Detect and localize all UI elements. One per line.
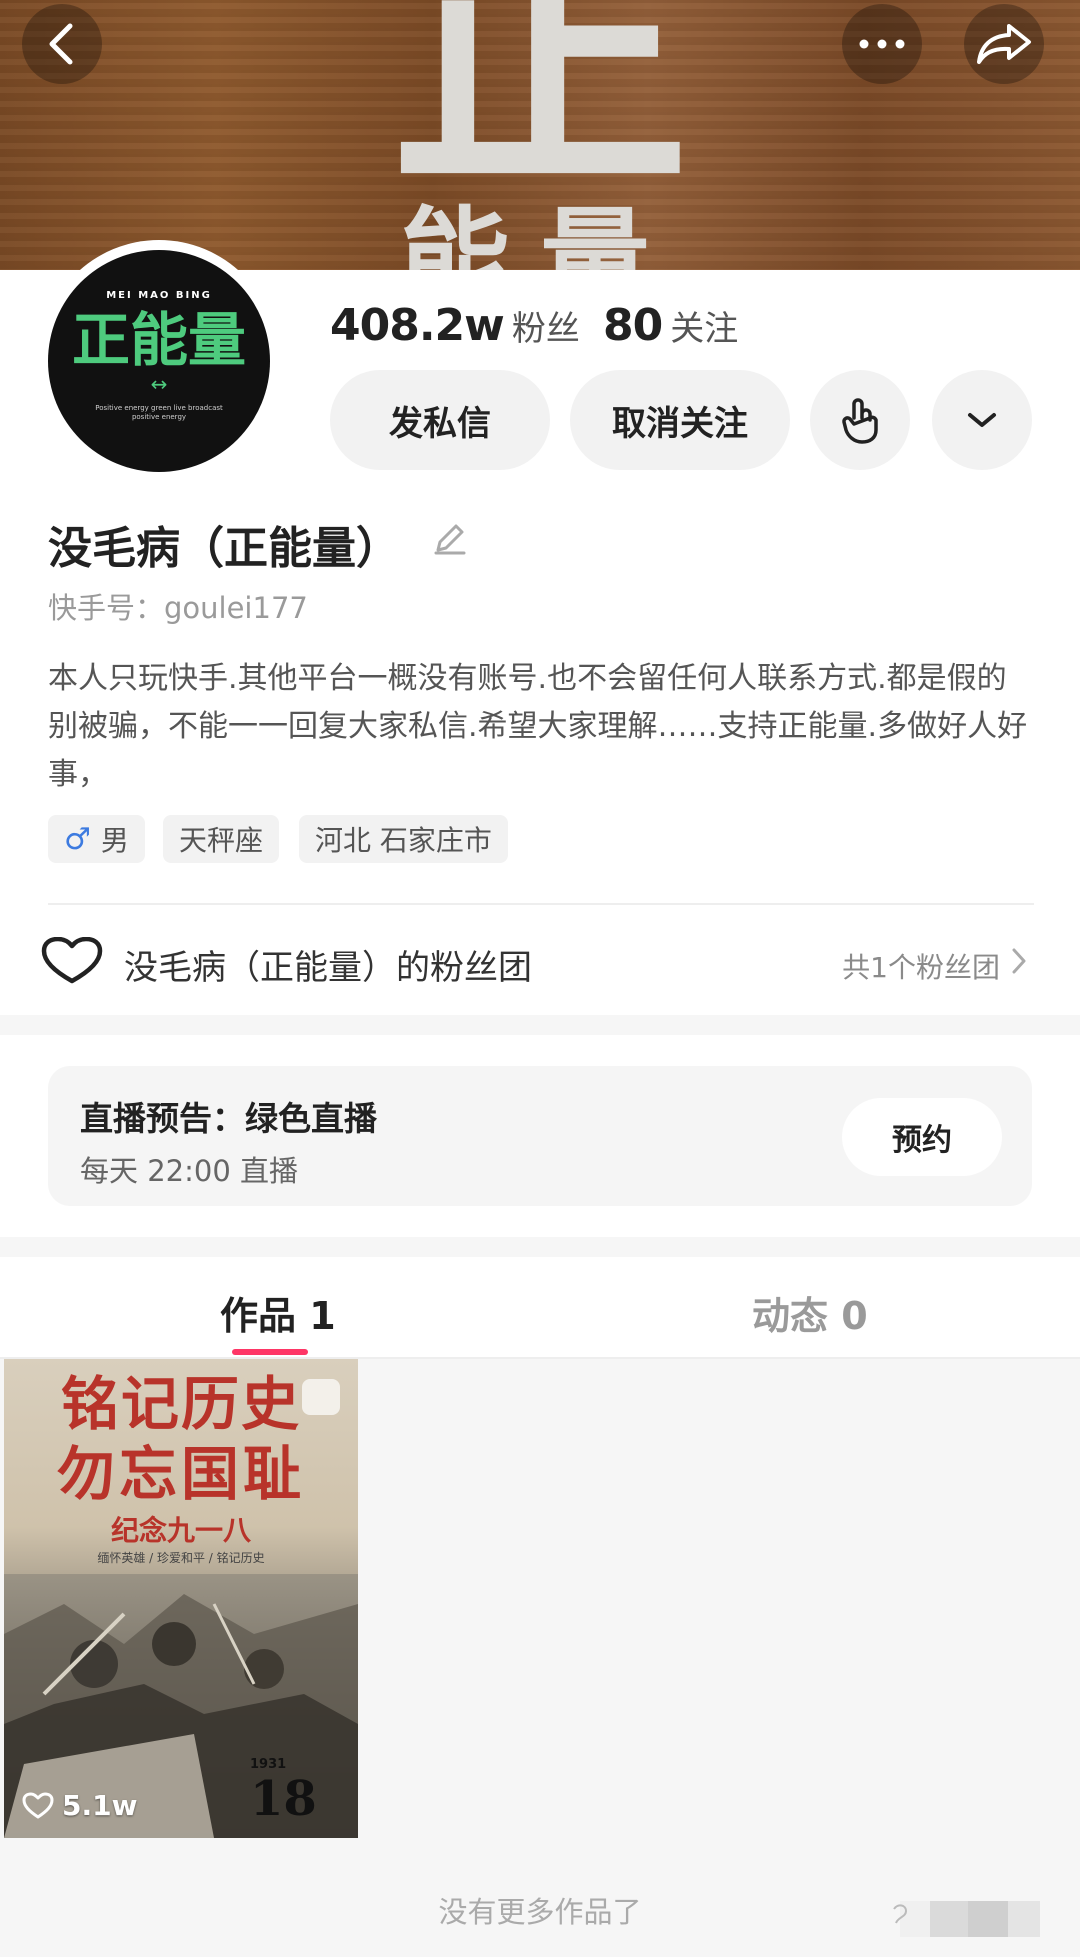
fan-group-row[interactable]: 没毛病（正能量）的粉丝团 共1个粉丝团	[0, 905, 1080, 1015]
active-tab-indicator	[232, 1349, 308, 1355]
edit-name-button[interactable]	[432, 520, 468, 560]
chevron-down-icon	[968, 413, 996, 427]
share-arrow-icon	[977, 24, 1031, 64]
tab-moments[interactable]: 动态 0	[752, 1285, 868, 1340]
heart-outline-icon	[41, 937, 103, 984]
pencil-icon	[434, 524, 466, 555]
heart-outline-icon	[22, 1792, 54, 1818]
following-label: 关注	[670, 309, 739, 349]
followers-label: 粉丝	[511, 309, 580, 349]
content-tabs: 作品 1 动态 0	[0, 1257, 1080, 1359]
chevron-right-icon	[1012, 948, 1026, 974]
zodiac-tag: 天秤座	[163, 815, 280, 863]
more-button[interactable]	[842, 4, 922, 84]
account-id[interactable]: 快手号：goulei177	[48, 585, 308, 627]
avatar-sub-text-1: Positive energy green live broadcast	[95, 403, 223, 412]
gender-label: 男	[100, 824, 129, 857]
avatar-arrow: ↔	[150, 371, 168, 396]
work-subtitle: 纪念九一八	[110, 1514, 251, 1547]
work-year: 1931	[250, 1757, 287, 1772]
work-title-line-2: 勿忘国耻	[56, 1440, 305, 1508]
live-preview-card[interactable]: 直播预告：绿色直播 每天 22:00 直播 预约	[48, 1066, 1032, 1206]
avatar[interactable]: MEI MAO BING 正能量 ↔ Positive energy green…	[48, 250, 270, 472]
unfollow-button[interactable]: 取消关注	[570, 370, 790, 470]
male-icon: ♂	[64, 821, 91, 857]
live-preview-section: 直播预告：绿色直播 每天 22:00 直播 预约	[0, 1035, 1080, 1237]
chevron-left-icon	[49, 23, 73, 65]
gender-tag: ♂ 男	[48, 815, 145, 863]
tab-works[interactable]: 作品 1	[220, 1285, 336, 1340]
share-button[interactable]	[964, 4, 1044, 84]
profile-name: 没毛病（正能量）	[48, 523, 400, 574]
back-button[interactable]	[22, 4, 102, 84]
works-grid: 铭记历史 勿忘国耻 纪念九一八 缅怀英雄 / 珍爱和平 / 铭记历史 1931 …	[0, 1359, 1080, 1957]
avatar-sub-text-2: positive energy	[131, 412, 187, 421]
followers-count: 408.2w	[330, 300, 505, 351]
hand-tap-icon	[842, 398, 878, 444]
avatar-main-text: 正能量	[71, 306, 246, 375]
work-likes-count: 5.1w	[62, 1789, 138, 1822]
work-likes: 5.1w	[22, 1789, 137, 1822]
watermark-logo	[893, 1901, 1040, 1937]
work-caption: 缅怀英雄 / 珍爱和平 / 铭记历史	[97, 1551, 265, 1565]
fan-group-title: 没毛病（正能量）的粉丝团	[124, 948, 532, 988]
avatar-top-text: MEI MAO BING	[106, 290, 212, 302]
following-stat[interactable]: 80 关注	[603, 300, 738, 351]
profile-bio: 本人只玩快手.其他平台一概没有账号.也不会留任何人联系方式.都是假的别被骗，不能…	[48, 661, 1028, 792]
more-dots-icon	[859, 39, 905, 49]
live-preview-title: 直播预告：绿色直播	[80, 1099, 377, 1138]
work-thumbnail[interactable]: 铭记历史 勿忘国耻 纪念九一八 缅怀英雄 / 珍爱和平 / 铭记历史 1931 …	[4, 1359, 358, 1838]
reserve-button[interactable]: 预约	[842, 1098, 1002, 1176]
image-post-icon	[302, 1379, 340, 1415]
location-tag: 河北 石家庄市	[299, 815, 508, 863]
live-preview-time: 每天 22:00 直播	[80, 1154, 299, 1188]
poke-button[interactable]	[810, 370, 910, 470]
expand-button[interactable]	[932, 370, 1032, 470]
followers-stat[interactable]: 408.2w 粉丝	[330, 300, 580, 351]
work-day: 18	[250, 1771, 317, 1827]
following-count: 80	[603, 300, 663, 351]
send-message-button[interactable]: 发私信	[330, 370, 550, 470]
fan-group-count: 共1个粉丝团	[842, 951, 1000, 984]
